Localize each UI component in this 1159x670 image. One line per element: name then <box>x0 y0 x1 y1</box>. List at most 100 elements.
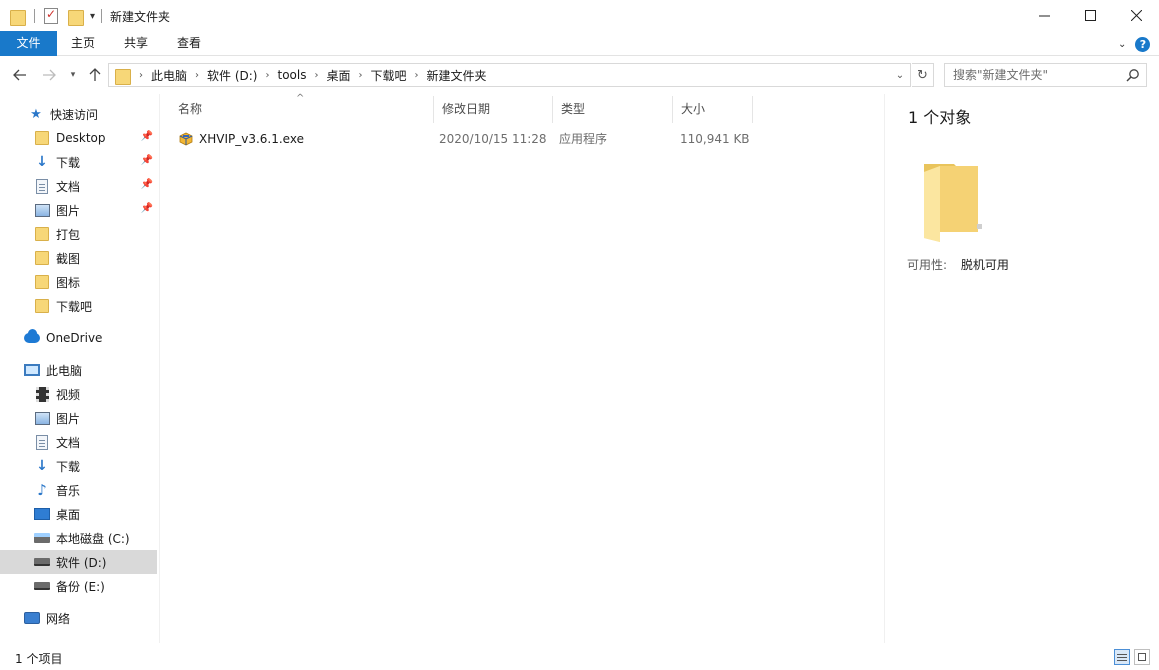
sidebar-item-pc-documents[interactable]: 文档 <box>0 430 157 454</box>
sidebar-item-drive-e[interactable]: 备份 (E:) <box>0 574 157 598</box>
column-header-name[interactable]: 名称 <box>170 96 434 123</box>
picture-icon <box>34 410 50 426</box>
sidebar-item-desktop[interactable]: Desktop 📌 <box>0 126 157 150</box>
file-modified: 2020/10/15 11:28 <box>439 128 547 150</box>
breadcrumb-separator-icon[interactable]: › <box>261 70 273 81</box>
properties-icon[interactable] <box>44 8 58 24</box>
document-icon <box>34 434 50 450</box>
back-button[interactable] <box>11 66 29 84</box>
sidebar-item-network[interactable]: 网络 <box>0 606 157 630</box>
sidebar-item-label: 音乐 <box>56 482 80 499</box>
sidebar-item-xiazaiba[interactable]: 下载吧 <box>0 294 157 318</box>
film-icon <box>34 386 50 402</box>
pin-icon[interactable]: 📌 <box>141 155 153 166</box>
item-count: 1 个项目 <box>15 650 62 667</box>
maximize-button[interactable] <box>1067 0 1113 31</box>
window-title: 新建文件夹 <box>110 8 170 25</box>
tab-home[interactable]: 主页 <box>57 31 109 56</box>
breadcrumb-drive-d[interactable]: 软件 (D:) <box>203 67 261 84</box>
document-icon <box>34 178 50 194</box>
music-note-icon: ♪ <box>34 482 50 498</box>
recent-locations-button[interactable]: ▾ <box>64 66 82 84</box>
breadcrumb-separator-icon[interactable]: › <box>191 70 203 81</box>
sidebar-item-pc-pictures[interactable]: 图片 <box>0 406 157 430</box>
close-button[interactable] <box>1113 0 1159 31</box>
sidebar-item-quick-access[interactable]: ★ 快速访问 <box>0 102 157 126</box>
sidebar-item-dabao[interactable]: 打包 <box>0 222 157 246</box>
back-arrow-icon <box>13 69 27 81</box>
address-history-chevron-icon[interactable]: ⌄ <box>890 64 910 86</box>
pin-icon[interactable]: 📌 <box>141 203 153 214</box>
divider <box>34 9 35 23</box>
search-icon[interactable] <box>1126 68 1140 82</box>
close-icon <box>1131 10 1142 21</box>
sidebar-item-label: 下载 <box>56 458 80 475</box>
large-icons-view-icon <box>1138 653 1146 661</box>
breadcrumb-separator-icon[interactable]: › <box>354 70 366 81</box>
sidebar-item-pictures[interactable]: 图片 📌 <box>0 198 157 222</box>
breadcrumb-current-folder[interactable]: 新建文件夹 <box>423 67 491 84</box>
sidebar-item-music[interactable]: ♪ 音乐 <box>0 478 157 502</box>
breadcrumb-this-pc[interactable]: 此电脑 <box>147 67 191 84</box>
folder-icon <box>115 67 129 83</box>
sidebar-item-documents[interactable]: 文档 📌 <box>0 174 157 198</box>
network-icon <box>24 610 40 626</box>
breadcrumb-separator-icon[interactable]: › <box>411 70 423 81</box>
large-icons-view-button[interactable] <box>1134 649 1150 665</box>
status-bar: 1 个项目 <box>0 645 1159 670</box>
sidebar-item-jietu[interactable]: 截图 <box>0 246 157 270</box>
cloud-icon <box>24 330 40 346</box>
sidebar-item-drive-c[interactable]: 本地磁盘 (C:) <box>0 526 157 550</box>
address-bar[interactable]: › 此电脑 › 软件 (D:) › tools › 桌面 › 下载吧 › 新建文… <box>108 63 911 87</box>
drive-icon <box>34 578 50 594</box>
breadcrumb-tools[interactable]: tools <box>273 68 310 82</box>
sidebar-item-label: 下载 <box>56 154 80 171</box>
table-row[interactable]: XHVIP_v3.6.1.exe 2020/10/15 11:28 应用程序 1… <box>172 128 754 150</box>
forward-button[interactable] <box>40 66 58 84</box>
sidebar-item-onedrive[interactable]: OneDrive <box>0 326 157 350</box>
search-input[interactable] <box>945 64 1115 86</box>
tab-view[interactable]: 查看 <box>162 31 216 56</box>
sidebar-item-tubiao[interactable]: 图标 <box>0 270 157 294</box>
sidebar-item-label: 桌面 <box>56 506 80 523</box>
sidebar-item-this-pc[interactable]: 此电脑 <box>0 358 157 382</box>
breadcrumb-xiazaiba[interactable]: 下载吧 <box>366 67 410 84</box>
column-header-type[interactable]: 类型 <box>553 96 673 123</box>
breadcrumb-separator-icon[interactable]: › <box>310 70 322 81</box>
sidebar-item-pc-desktop[interactable]: 桌面 <box>0 502 157 526</box>
minimize-button[interactable] <box>1021 0 1067 31</box>
help-icon[interactable]: ? <box>1135 37 1150 52</box>
sidebar-item-label: 快速访问 <box>50 106 98 123</box>
breadcrumb-separator-icon[interactable]: › <box>135 70 147 81</box>
tab-share[interactable]: 共享 <box>110 31 162 56</box>
column-header-modified[interactable]: 修改日期 <box>434 96 553 123</box>
details-view-button[interactable] <box>1114 649 1130 665</box>
new-folder-icon[interactable] <box>68 8 82 24</box>
breadcrumb-desktop[interactable]: 桌面 <box>322 67 354 84</box>
sidebar-item-downloads[interactable]: ↓ 下载 📌 <box>0 150 157 174</box>
minimize-icon <box>1039 10 1050 21</box>
up-button[interactable] <box>86 66 104 84</box>
sidebar-item-label: 此电脑 <box>46 362 82 379</box>
pin-icon[interactable]: 📌 <box>141 131 153 142</box>
sidebar-item-drive-d[interactable]: 软件 (D:) <box>0 550 157 574</box>
refresh-button[interactable]: ↻ <box>912 63 934 87</box>
drive-icon <box>34 554 50 570</box>
drive-icon <box>34 530 50 546</box>
picture-icon <box>34 202 50 218</box>
sidebar-item-label: 打包 <box>56 226 80 243</box>
search-box[interactable] <box>944 63 1147 87</box>
sidebar-item-label: OneDrive <box>46 331 102 345</box>
column-header-size[interactable]: 大小 <box>673 96 753 123</box>
expand-ribbon-chevron-icon[interactable]: ⌄ <box>1118 39 1126 50</box>
file-name: XHVIP_v3.6.1.exe <box>199 128 304 150</box>
folder-icon <box>10 8 24 24</box>
customize-toolbar-chevron-icon[interactable]: ▾ <box>90 11 95 22</box>
sidebar-item-label: 本地磁盘 (C:) <box>56 530 130 547</box>
pin-icon[interactable]: 📌 <box>141 179 153 190</box>
sidebar-item-videos[interactable]: 视频 <box>0 382 157 406</box>
sidebar-item-pc-downloads[interactable]: ↓ 下载 <box>0 454 157 478</box>
breadcrumb: › 此电脑 › 软件 (D:) › tools › 桌面 › 下载吧 › 新建文… <box>109 64 890 86</box>
details-view-icon <box>1117 657 1127 658</box>
tab-file[interactable]: 文件 <box>0 31 57 56</box>
